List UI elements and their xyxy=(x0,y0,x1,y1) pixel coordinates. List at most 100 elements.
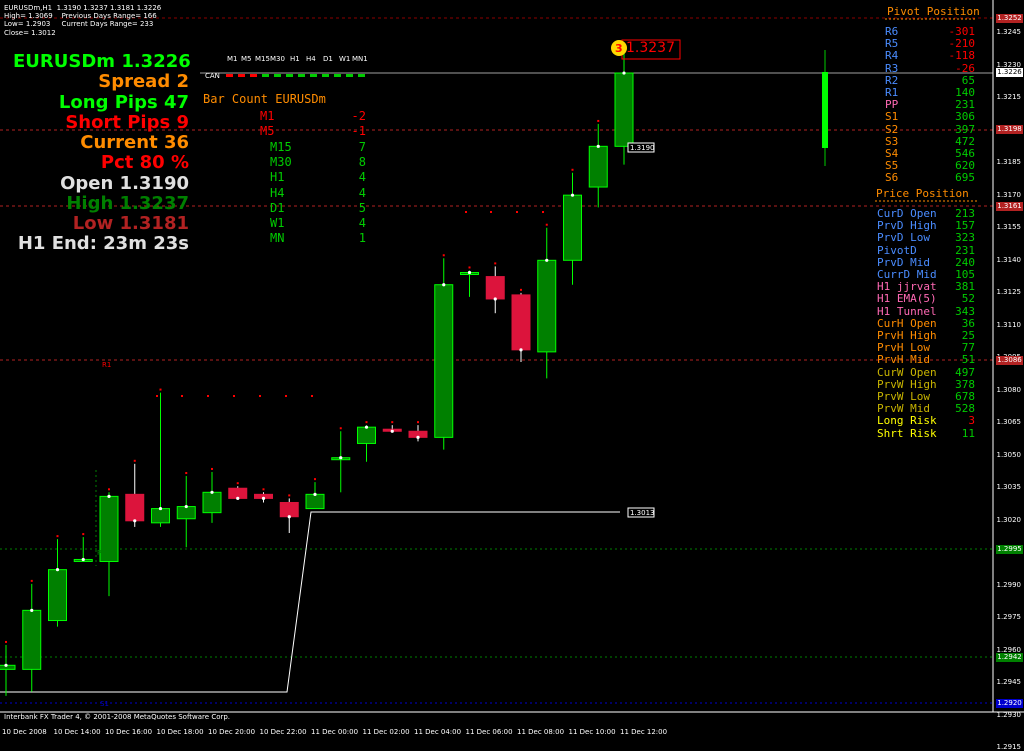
candle-body xyxy=(485,276,505,300)
bar-count-tf: D1 xyxy=(270,200,285,215)
price-tick: 1.3125 xyxy=(996,288,1022,296)
short-pips: Short Pips 9 xyxy=(65,112,189,133)
time-tick: 10 Dec 2008 xyxy=(2,728,47,736)
price-tick: 1.3155 xyxy=(996,223,1022,231)
close-dot xyxy=(184,504,188,509)
bar-count-value: -1 xyxy=(351,124,366,139)
high-dot xyxy=(5,640,7,643)
table-label: Shrt Risk xyxy=(877,426,937,440)
tf-h1[interactable]: H1 xyxy=(290,55,300,63)
bar-count-tf: MN xyxy=(270,231,285,246)
close-dot xyxy=(596,144,600,148)
candle-body xyxy=(588,145,608,188)
high-dot xyxy=(442,254,445,257)
time-tick: 11 Dec 06:00 xyxy=(465,728,513,736)
header-low: Low= 1.2903 Current Days Range= 233 xyxy=(4,20,154,28)
current-high-label: 1.3237 xyxy=(626,40,675,56)
time-tick: 11 Dec 04:00 xyxy=(414,728,462,736)
bar-count-value: 4 xyxy=(358,170,366,185)
bar-count-tf: M1 xyxy=(260,109,275,123)
high-dot xyxy=(56,535,59,538)
close-dot xyxy=(364,425,369,429)
price-tick: 1.2975 xyxy=(996,613,1022,621)
tf-w1[interactable]: W1 xyxy=(339,55,350,63)
high-dot xyxy=(520,288,522,291)
close-dot xyxy=(416,435,420,439)
high-dot xyxy=(108,488,110,491)
can-bar xyxy=(226,74,365,77)
price-axis-tag: 1.3226 xyxy=(996,68,1023,77)
price-tick: 1.3245 xyxy=(996,28,1022,36)
spread: Spread 2 xyxy=(98,71,189,92)
header-high: High= 1.3069 Previous Days Range= 166 xyxy=(4,12,157,20)
low-price: Low 1.3181 xyxy=(72,213,189,234)
table-label: H1 EMA(5) xyxy=(877,292,937,306)
close-dot xyxy=(81,557,85,562)
price-tick: 1.3080 xyxy=(996,385,1022,394)
tf-d1[interactable]: D1 xyxy=(323,55,333,63)
tf-h4[interactable]: H4 xyxy=(306,55,316,63)
candle-body xyxy=(48,569,67,622)
table-value: 323 xyxy=(955,231,975,245)
symbol-price: EURUSDm 1.3226 xyxy=(13,51,191,72)
high-dot xyxy=(159,388,162,391)
resistance-dots xyxy=(156,211,544,397)
high-dot xyxy=(211,467,213,470)
tf-m5[interactable]: M5 xyxy=(241,55,252,63)
high-dot xyxy=(339,427,342,430)
bar-count-tf: M15 xyxy=(270,139,292,154)
header-close: Close= 1.3012 xyxy=(4,29,56,37)
table-value: 231 xyxy=(955,243,975,257)
table-value: 3 xyxy=(968,414,975,428)
tf-m15m30[interactable]: M15M30 xyxy=(255,55,285,63)
close-dot xyxy=(313,492,317,496)
close-dot xyxy=(261,496,266,501)
price-tick: 1.2990 xyxy=(996,580,1022,589)
current-pips: Current 36 xyxy=(80,132,189,153)
time-tick: 10 Dec 16:00 xyxy=(105,728,153,736)
price-tick: 1.3050 xyxy=(996,450,1022,459)
high-dot xyxy=(494,262,497,265)
tf-mn1[interactable]: MN1 xyxy=(352,55,368,63)
close-dot xyxy=(287,515,291,519)
tf-m1[interactable]: M1 xyxy=(227,55,238,63)
close-dot xyxy=(339,456,343,460)
candle-body xyxy=(202,491,222,514)
forecast-bar-body xyxy=(822,72,828,148)
table-value: -118 xyxy=(948,49,976,63)
price-tick: 1.3110 xyxy=(996,320,1022,329)
high-dot xyxy=(365,421,368,424)
pivot-position-title: Pivot Position xyxy=(887,5,980,18)
table-value: 695 xyxy=(955,171,975,185)
price-axis-tag: 1.3198 xyxy=(996,125,1023,134)
bar-count-value: 1 xyxy=(358,231,366,246)
time-tick: 11 Dec 12:00 xyxy=(620,728,668,736)
price-position-title: Price Position xyxy=(876,187,969,200)
table-label: S2 xyxy=(885,122,899,136)
time-tick: 11 Dec 10:00 xyxy=(568,728,616,736)
candle-body xyxy=(563,194,582,261)
s1-label: S1 xyxy=(100,700,109,708)
time-tick: 10 Dec 20:00 xyxy=(208,728,256,736)
bar-count-value: 4 xyxy=(358,216,366,231)
close-dot xyxy=(158,506,163,511)
time-tick: 11 Dec 02:00 xyxy=(362,728,410,736)
price-axis-tag: 1.3161 xyxy=(996,202,1023,211)
price-tick: 1.3185 xyxy=(996,158,1022,166)
bar-count-tf: W1 xyxy=(270,216,285,231)
table-value: 343 xyxy=(955,304,975,318)
time-tick: 11 Dec 00:00 xyxy=(311,728,359,736)
header-ohlc: EURUSDm,H1 1.3190 1.3237 1.3181 1.3226 xyxy=(4,4,162,12)
time-tick: 10 Dec 22:00 xyxy=(259,728,307,736)
table-value: -26 xyxy=(955,61,975,75)
price-tick: 1.3035 xyxy=(996,483,1022,491)
table-label: PivotD xyxy=(877,243,917,257)
table-label: R4 xyxy=(885,49,899,63)
pct: Pct 80 % xyxy=(100,152,189,173)
table-label: Long Risk xyxy=(877,414,937,428)
table-label: PrvD Low xyxy=(877,231,930,245)
high-dot xyxy=(236,482,239,485)
line-tag: 1.3013 xyxy=(630,509,655,517)
candle-body xyxy=(511,294,531,351)
bar-count-value: 8 xyxy=(358,154,366,169)
